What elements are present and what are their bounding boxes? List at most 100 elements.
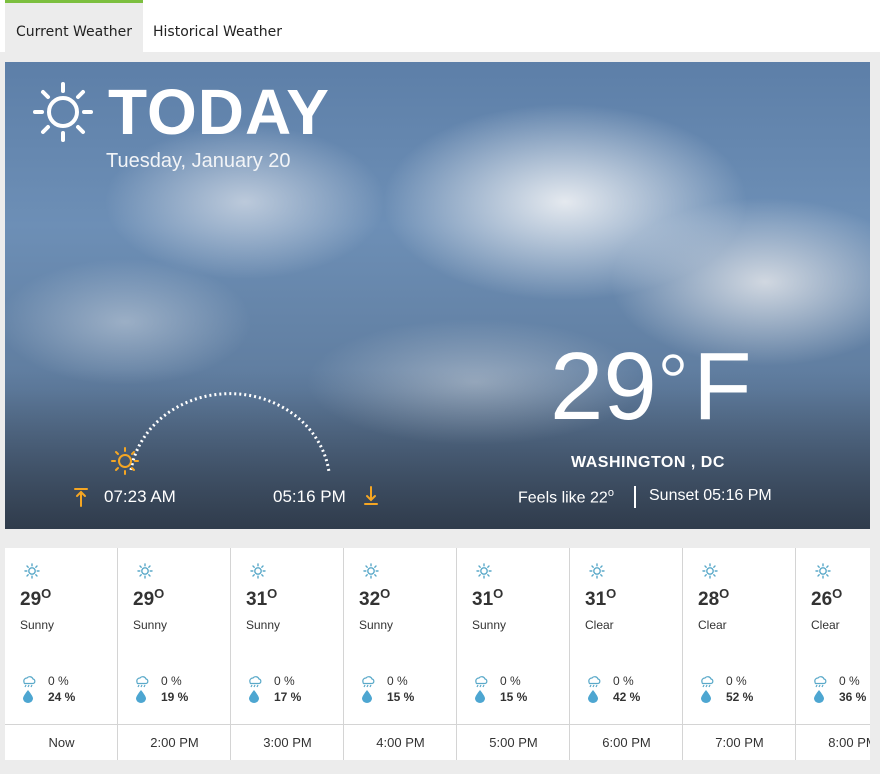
hourly-card-body: 31O Sunny 0 % 15 % <box>457 548 570 724</box>
sun-path-arc <box>129 392 331 473</box>
tab-bar: Current Weather Historical Weather <box>0 0 880 52</box>
sun-icon <box>702 563 718 579</box>
hourly-precipitation: 0 % <box>613 674 634 688</box>
hourly-condition: Sunny <box>133 618 168 632</box>
sunset-time: 05:16 PM <box>273 487 346 506</box>
hourly-time: 7:00 PM <box>683 724 796 760</box>
hourly-precipitation: 0 % <box>274 674 295 688</box>
hourly-temperature: 29O <box>20 586 52 610</box>
rain-cloud-icon <box>136 676 149 688</box>
droplet-icon <box>362 690 372 703</box>
today-title: TODAY <box>108 76 330 148</box>
hourly-condition: Clear <box>585 618 614 632</box>
current-temperature: 29 <box>550 333 657 440</box>
hourly-time: 4:00 PM <box>344 724 457 760</box>
droplet-icon <box>814 690 824 703</box>
hourly-time: 2:00 PM <box>118 724 231 760</box>
sunrise-arrow-icon <box>74 488 88 507</box>
hourly-condition: Sunny <box>472 618 507 632</box>
tab-current-weather[interactable]: Current Weather <box>5 0 143 52</box>
hourly-time: 5:00 PM <box>457 724 570 760</box>
hourly-time: Now <box>5 724 118 760</box>
hourly-precipitation: 0 % <box>387 674 408 688</box>
rain-cloud-icon <box>814 676 827 688</box>
hourly-condition: Clear <box>811 618 840 632</box>
hourly-precipitation: 0 % <box>161 674 182 688</box>
sun-icon <box>33 82 93 142</box>
hourly-condition: Clear <box>698 618 727 632</box>
hourly-temperature: 31O <box>246 586 278 610</box>
sunrise-time: 07:23 AM <box>104 487 176 506</box>
droplet-icon <box>588 690 598 703</box>
sun-icon <box>137 563 153 579</box>
rain-cloud-icon <box>23 676 36 688</box>
hourly-time: 6:00 PM <box>570 724 683 760</box>
hourly-temperature: 28O <box>698 586 730 610</box>
hourly-temperature: 31O <box>585 586 617 610</box>
hourly-card[interactable]: 31O Sunny 0 % 17 % 3:00 PM <box>231 548 344 760</box>
sun-position-icon <box>111 447 139 475</box>
hourly-card-body: 26O Clear 0 % 36 % <box>796 548 870 724</box>
sun-icon <box>589 563 605 579</box>
hourly-card[interactable]: 29O Sunny 0 % 24 % Now <box>5 548 118 760</box>
sun-icon <box>363 563 379 579</box>
info-divider <box>634 486 636 508</box>
sun-icon <box>250 563 266 579</box>
hourly-card[interactable]: 29O Sunny 0 % 19 % 2:00 PM <box>118 548 231 760</box>
rain-cloud-icon <box>249 676 262 688</box>
hourly-condition: Sunny <box>246 618 281 632</box>
hourly-card-body: 28O Clear 0 % 52 % <box>683 548 796 724</box>
hourly-temperature: 31O <box>472 586 504 610</box>
hourly-time: 8:00 PM <box>796 724 870 760</box>
sunset-label: Sunset 05:16 PM <box>649 487 772 504</box>
hourly-card[interactable]: 28O Clear 0 % 52 % 7:00 PM <box>683 548 796 760</box>
hourly-card[interactable]: 31O Clear 0 % 42 % 6:00 PM <box>570 548 683 760</box>
feels-like: Feels like 22o <box>518 487 614 507</box>
hourly-card-body: 31O Clear 0 % 42 % <box>570 548 683 724</box>
droplet-icon <box>701 690 711 703</box>
temperature-unit: F <box>693 333 752 440</box>
rain-cloud-icon <box>362 676 375 688</box>
hourly-condition: Sunny <box>359 618 394 632</box>
sun-icon <box>24 563 40 579</box>
hourly-humidity: 19 % <box>161 690 189 704</box>
droplet-icon <box>249 690 259 703</box>
rain-cloud-icon <box>588 676 601 688</box>
hourly-card[interactable]: 32O Sunny 0 % 15 % 4:00 PM <box>344 548 457 760</box>
sun-icon <box>476 563 492 579</box>
hourly-temperature: 29O <box>133 586 165 610</box>
hourly-humidity: 24 % <box>48 690 76 704</box>
hourly-forecast: 29O Sunny 0 % 24 % Now 29O Sunny 0 % 19 % 2:00 PM… <box>5 548 870 760</box>
hourly-temperature: 32O <box>359 586 391 610</box>
hourly-precipitation: 0 % <box>48 674 69 688</box>
droplet-icon <box>475 690 485 703</box>
hourly-card-body: 29O Sunny 0 % 24 % <box>5 548 118 724</box>
rain-cloud-icon <box>701 676 714 688</box>
location-label: WASHINGTON , DC <box>571 454 725 471</box>
today-date: Tuesday, January 20 <box>106 150 291 172</box>
hourly-humidity: 17 % <box>274 690 302 704</box>
sunset-arrow-icon <box>364 486 378 505</box>
hourly-humidity: 36 % <box>839 690 867 704</box>
hourly-humidity: 15 % <box>387 690 415 704</box>
hourly-card[interactable]: 26O Clear 0 % 36 % 8:00 PM <box>796 548 870 760</box>
hourly-temperature: 26O <box>811 586 843 610</box>
droplet-icon <box>23 690 33 703</box>
hourly-precipitation: 0 % <box>726 674 747 688</box>
hourly-card-body: 32O Sunny 0 % 15 % <box>344 548 457 724</box>
hourly-card-body: 31O Sunny 0 % 17 % <box>231 548 344 724</box>
degree-symbol <box>662 354 684 376</box>
hourly-time: 3:00 PM <box>231 724 344 760</box>
hourly-humidity: 52 % <box>726 690 754 704</box>
hourly-humidity: 15 % <box>500 690 528 704</box>
droplet-icon <box>136 690 146 703</box>
tab-historical-weather[interactable]: Historical Weather <box>153 0 282 52</box>
hourly-card-body: 29O Sunny 0 % 19 % <box>118 548 231 724</box>
hourly-precipitation: 0 % <box>500 674 521 688</box>
hourly-card[interactable]: 31O Sunny 0 % 15 % 5:00 PM <box>457 548 570 760</box>
sun-icon <box>815 563 831 579</box>
rain-cloud-icon <box>475 676 488 688</box>
hourly-condition: Sunny <box>20 618 55 632</box>
today-hero: TODAY Tuesday, January 20 07:23 AM 05:16… <box>5 62 870 529</box>
hourly-humidity: 42 % <box>613 690 641 704</box>
